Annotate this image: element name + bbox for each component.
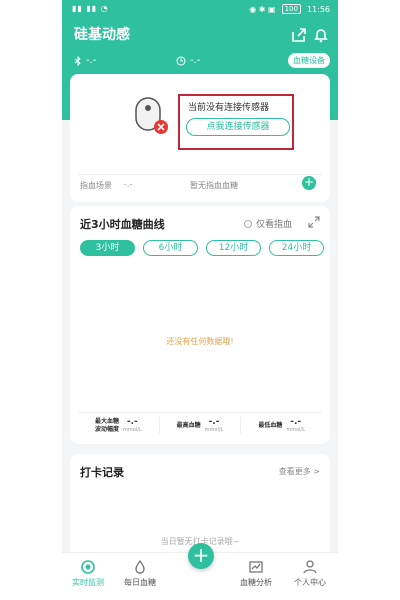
- status-icons: ◉ ✱ ▣: [249, 4, 276, 14]
- stat-value: -.-: [208, 417, 220, 427]
- nav-profile[interactable]: 个人中心: [284, 559, 336, 588]
- bluetooth-icon: [74, 55, 81, 66]
- scene-value: -.-: [124, 180, 133, 189]
- tab-24h[interactable]: 24小时: [269, 240, 324, 256]
- divider: [78, 174, 322, 175]
- stat-labels: 最高血糖: [177, 422, 201, 430]
- stat-value: -.-: [126, 417, 138, 427]
- chart-icon: [249, 561, 263, 573]
- tab-3h[interactable]: 3小时: [80, 240, 135, 256]
- clock-icon: [176, 56, 186, 65]
- stat-label: 最低血糖: [258, 421, 283, 429]
- bluetooth-value: -.-: [86, 55, 97, 66]
- radio-icon[interactable]: [243, 219, 252, 228]
- nav-label: 血糖分析: [240, 578, 272, 587]
- highlight-box: [178, 94, 294, 150]
- user-icon: [303, 560, 317, 574]
- stat-value-block: -.- mmol/L: [123, 417, 142, 434]
- stat-label: 最大血糖: [94, 417, 119, 425]
- stat-value-block: -.- mmol/L: [286, 417, 306, 434]
- tab-6h[interactable]: 6小时: [143, 240, 198, 256]
- nav-realtime[interactable]: 实时监测: [62, 559, 114, 588]
- nav-label: 实时监测: [72, 578, 104, 587]
- stat-labels: 最低血糖: [258, 422, 282, 430]
- add-finger-glucose-button[interactable]: +: [302, 176, 316, 190]
- phone-screen: ▮▮ ▮▮ ◔ ◉ ✱ ▣ 100 11:56 硅基动感 -.- -.- 血糖设…: [62, 0, 338, 600]
- clock-value: -.-: [190, 55, 201, 66]
- nav-label: 每日血糖: [124, 578, 156, 587]
- drop-icon: [135, 559, 145, 574]
- title-row: 硅基动感: [62, 22, 338, 48]
- nav-label: 个人中心: [294, 578, 326, 587]
- target-icon: [81, 560, 95, 574]
- battery-icon: 100: [281, 4, 301, 14]
- status-right: ◉ ✱ ▣ 100 11:56: [249, 4, 330, 14]
- time-status: -.-: [176, 55, 200, 66]
- signal-text: ▮▮ ▮▮ ◔: [72, 4, 109, 13]
- bluetooth-status: -.-: [74, 55, 96, 66]
- glucose-device-button[interactable]: 血糖设备: [288, 53, 330, 68]
- time-range-tabs: 3小时 6小时 12小时 24小时: [80, 240, 324, 256]
- add-record-button[interactable]: +: [188, 543, 214, 569]
- stat-value-block: -.- mmol/L: [204, 417, 224, 434]
- glucose-curve-card: 近3小时血糖曲线 仅看指血 3小时 6小时 12小时 24小时 还没有任何数据哦…: [70, 206, 330, 444]
- see-more-link[interactable]: 查看更多 >: [279, 466, 320, 477]
- app-title: 硅基动感: [74, 27, 130, 43]
- stat-label: 最高血糖: [176, 421, 201, 429]
- finger-only-toggle[interactable]: 仅看指血: [243, 217, 292, 230]
- stat-max: 最大血糖 波动幅度 -.- mmol/L: [78, 413, 159, 438]
- stats-row: 最大血糖 波动幅度 -.- mmol/L 最高血糖 -.- mmol/L 最低血…: [78, 412, 322, 438]
- stat-highest: 最高血糖 -.- mmol/L: [160, 413, 241, 438]
- sensor-disconnected-icon: [135, 97, 168, 134]
- stat-unit: mmol/L: [204, 427, 224, 433]
- bottom-nav: 实时监测 每日血糖 + 血糖分析 个人中心: [62, 543, 338, 600]
- stat-unit: mmol/L: [286, 427, 306, 433]
- nav-analysis[interactable]: 血糖分析: [230, 559, 282, 588]
- expand-icon[interactable]: [308, 216, 320, 228]
- scene-label: 指血场景: [80, 181, 112, 190]
- bell-icon[interactable]: [312, 26, 330, 44]
- no-finger-glucose-text: 暂无指血血糖: [190, 181, 238, 190]
- stat-lowest: 最低血糖 -.- mmol/L: [241, 413, 322, 438]
- finger-only-label: 仅看指血: [255, 220, 292, 230]
- stat-unit: mmol/L: [123, 427, 142, 433]
- no-data-text: 还没有任何数据哦!: [166, 337, 234, 346]
- device-row: -.- -.- 血糖设备: [62, 52, 338, 72]
- tab-12h[interactable]: 12小时: [206, 240, 261, 256]
- nav-daily[interactable]: 每日血糖: [114, 559, 166, 588]
- stat-value: -.-: [290, 417, 302, 427]
- stat-labels: 最大血糖 波动幅度: [95, 418, 119, 434]
- share-icon[interactable]: [290, 26, 308, 44]
- sensor-card: 当前没有连接传感器 点我连接传感器 指血场景 -.- 暂无指血血糖 +: [70, 74, 330, 202]
- checkin-title: 打卡记录: [80, 466, 124, 479]
- curve-title: 近3小时血糖曲线: [80, 218, 165, 231]
- status-time: 11:56: [306, 4, 330, 14]
- status-bar: ▮▮ ▮▮ ◔ ◉ ✱ ▣ 100 11:56: [62, 0, 338, 18]
- stat-label-secondary: 波动幅度: [94, 425, 119, 433]
